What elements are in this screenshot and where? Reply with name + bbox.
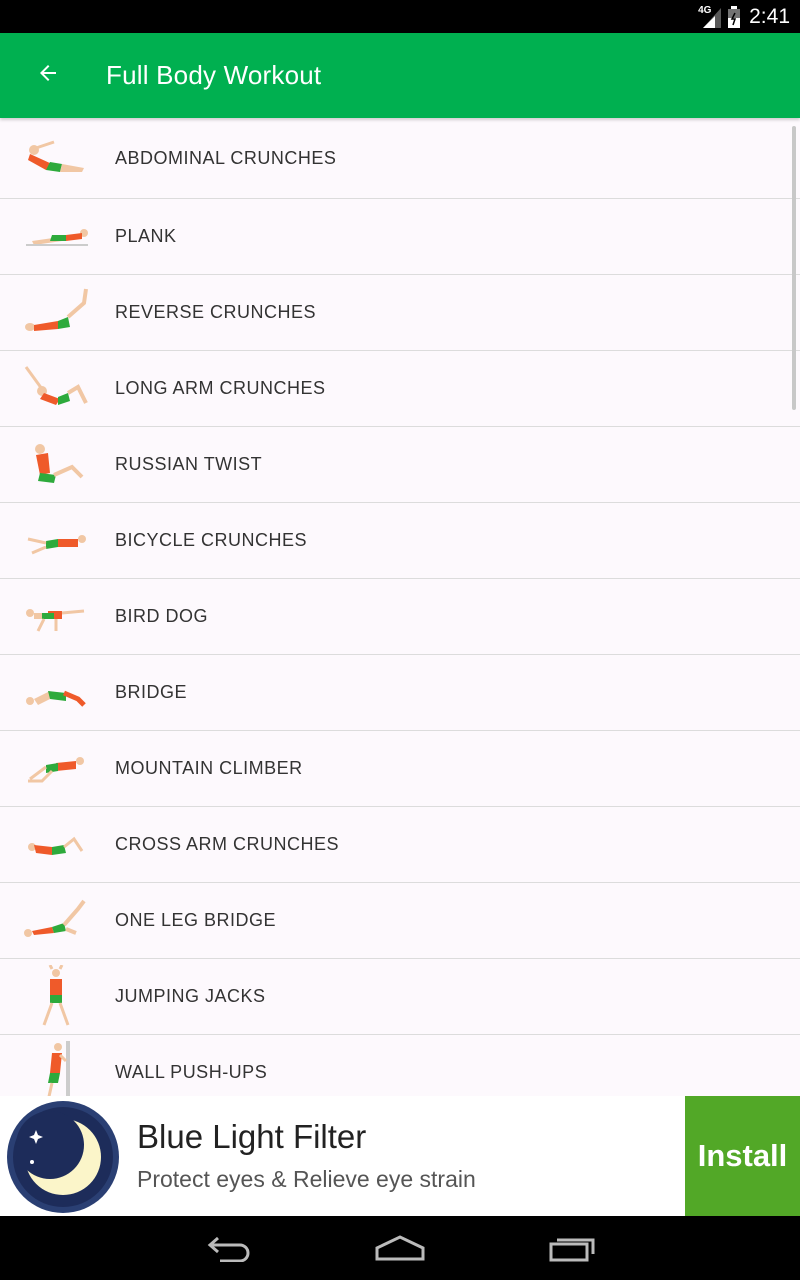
back-button[interactable] <box>22 49 74 101</box>
exercise-name: ABDOMINAL CRUNCHES <box>115 147 337 168</box>
reverse-crunches-icon <box>22 281 92 345</box>
jumping-jacks-icon <box>22 963 92 1029</box>
cross-arm-crunches-icon <box>22 813 92 877</box>
home-nav-icon[interactable] <box>360 1224 440 1272</box>
exercise-name: BIRD DOG <box>115 606 209 626</box>
status-bar: 4G 2:41 <box>0 0 800 33</box>
recents-nav-icon[interactable] <box>532 1224 612 1272</box>
russian-twist-icon <box>22 433 92 497</box>
list-item[interactable]: ABDOMINAL CRUNCHES <box>0 118 800 199</box>
list-item[interactable]: BRIDGE <box>0 655 800 731</box>
ad-subtitle: Protect eyes & Relieve eye strain <box>137 1166 476 1192</box>
list-item[interactable]: CROSS ARM CRUNCHES <box>0 807 800 883</box>
list-item[interactable]: JUMPING JACKS <box>0 959 800 1035</box>
bridge-icon <box>22 661 92 725</box>
list-item[interactable]: LONG ARM CRUNCHES <box>0 351 800 427</box>
network-label: 4G <box>698 4 712 16</box>
scrollbar[interactable] <box>792 126 796 410</box>
moon-icon <box>6 1100 120 1214</box>
long-arm-crunches-icon <box>22 357 92 421</box>
back-nav-icon[interactable] <box>190 1224 270 1272</box>
exercise-name: JUMPING JACKS <box>115 986 266 1006</box>
exercise-name: CROSS ARM CRUNCHES <box>115 834 340 854</box>
bird-dog-icon <box>22 585 92 649</box>
list-item[interactable]: WALL PUSH-UPS <box>0 1035 800 1096</box>
signal-icon: 4G <box>698 4 722 28</box>
exercise-name: RUSSIAN TWIST <box>115 454 263 474</box>
list-item[interactable]: REVERSE CRUNCHES <box>0 275 800 351</box>
bicycle-crunches-icon <box>22 509 92 573</box>
exercise-name: BICYCLE CRUNCHES <box>115 530 308 550</box>
list-item[interactable]: MOUNTAIN CLIMBER <box>0 731 800 807</box>
system-nav-bar <box>0 1216 800 1280</box>
one-leg-bridge-icon <box>22 889 92 953</box>
status-icons: 4G 2:41 <box>698 0 790 33</box>
exercise-list[interactable]: ABDOMINAL CRUNCHES PLANK REVERSE CRUNCHES L… <box>0 118 800 1096</box>
page-title: Full Body Workout <box>106 60 322 90</box>
exercise-name: MOUNTAIN CLIMBER <box>115 758 303 778</box>
list-item[interactable]: PLANK <box>0 199 800 275</box>
list-item[interactable]: RUSSIAN TWIST <box>0 427 800 503</box>
ad-banner[interactable]: Blue Light Filter Protect eyes & Relieve… <box>0 1096 800 1216</box>
exercise-name: PLANK <box>115 226 177 246</box>
abdominal-crunches-icon <box>22 126 92 190</box>
exercise-name: LONG ARM CRUNCHES <box>115 378 326 398</box>
clock: 2:41 <box>749 4 790 28</box>
ad-title: Blue Light Filter <box>137 1118 367 1155</box>
mountain-climber-icon <box>22 737 92 801</box>
install-button[interactable]: Install <box>685 1096 800 1216</box>
wall-push-ups-icon <box>22 1040 92 1096</box>
exercise-name: ONE LEG BRIDGE <box>115 910 277 930</box>
exercise-name: WALL PUSH-UPS <box>115 1062 268 1082</box>
list-item[interactable]: BICYCLE CRUNCHES <box>0 503 800 579</box>
app-bar: Full Body Workout <box>0 33 800 118</box>
list-item[interactable]: BIRD DOG <box>0 579 800 655</box>
arrow-left-icon <box>36 61 60 90</box>
exercise-name: REVERSE CRUNCHES <box>115 302 317 322</box>
list-item[interactable]: ONE LEG BRIDGE <box>0 883 800 959</box>
battery-icon <box>727 5 741 28</box>
plank-icon <box>22 205 92 269</box>
exercise-name: BRIDGE <box>115 682 188 702</box>
